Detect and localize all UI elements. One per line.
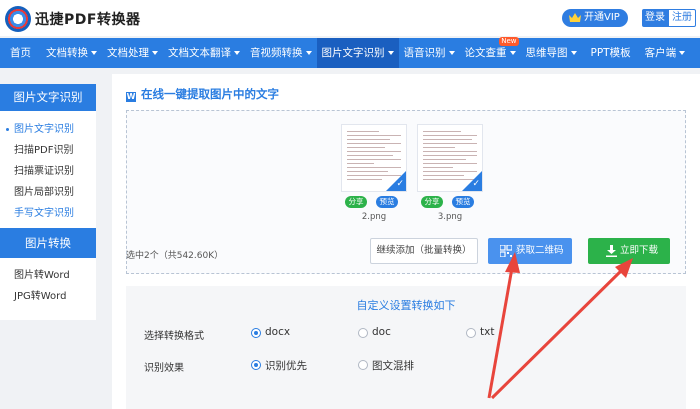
share-button[interactable]: 分享 [421, 196, 443, 208]
chevron-down-icon [679, 51, 686, 55]
top-bar: 迅捷PDF转换器 开通VIP 登录 注册 [0, 0, 700, 36]
sidebar-item-scan-ticket[interactable]: 扫描票证识别 [0, 161, 96, 182]
get-qrcode-button[interactable]: 获取二维码 [488, 238, 572, 264]
file-thumbnail[interactable]: ✓ [417, 124, 483, 192]
chevron-down-icon [387, 51, 394, 55]
format-label: 选择转换格式 [144, 331, 204, 342]
nav-client[interactable]: 客户端 [640, 38, 691, 68]
radio-button[interactable] [358, 328, 368, 338]
format-option-doc[interactable]: doc [358, 326, 391, 338]
page-title-text: 在线一键提取图片中的文字 [141, 87, 279, 101]
nav-label: 文档转换 [46, 47, 88, 59]
option-label: 识别优先 [265, 360, 307, 372]
sidebar-item-image-to-word[interactable]: 图片转Word [0, 265, 96, 286]
login-button[interactable]: 登录 [642, 9, 668, 27]
app-logo-icon[interactable] [5, 6, 31, 32]
nav-label: 思维导图 [525, 47, 568, 59]
format-option-docx[interactable]: docx [251, 326, 290, 338]
nav-label: 论文查重 [464, 47, 507, 59]
option-label: doc [372, 326, 391, 338]
preview-button[interactable]: 预览 [376, 196, 398, 208]
radio-button[interactable] [466, 328, 476, 338]
chevron-down-icon [305, 51, 312, 55]
register-button[interactable]: 注册 [668, 9, 696, 27]
nav-doc-process[interactable]: 文档处理 [102, 38, 163, 68]
nav-label: 文档处理 [107, 47, 149, 59]
sidebar-section-title: 图片转换 [0, 228, 96, 258]
effect-option-mixed-layout[interactable]: 图文混排 [358, 358, 414, 373]
chevron-down-icon [570, 51, 577, 55]
effect-label: 识别效果 [144, 363, 184, 374]
chevron-down-icon [448, 51, 455, 55]
option-label: txt [480, 326, 495, 338]
preview-button[interactable]: 预览 [452, 196, 474, 208]
share-button[interactable]: 分享 [345, 196, 367, 208]
download-button-label: 立即下载 [620, 245, 659, 256]
effect-option-recognition-first[interactable]: 识别优先 [251, 358, 307, 373]
nav-image-ocr[interactable]: 图片文字识别 [316, 38, 399, 68]
chevron-down-icon [152, 51, 158, 55]
radio-button[interactable] [251, 360, 261, 370]
add-more-button[interactable]: 继续添加（批量转换） [370, 238, 478, 264]
download-button[interactable]: 立即下载 [588, 238, 670, 264]
vip-label: 开通VIP [584, 12, 620, 23]
nav-doc-convert[interactable]: 文档转换 [41, 38, 102, 68]
selection-summary: 选中2个（共542.60K） [126, 251, 224, 261]
nav-label: 语音识别 [403, 47, 446, 59]
qrcode-icon [500, 245, 512, 257]
sidebar-item-scan-pdf[interactable]: 扫描PDF识别 [0, 140, 96, 161]
nav-label: 首页 [10, 47, 31, 59]
nav-ppt[interactable]: PPT模板 [582, 38, 640, 68]
app-name[interactable]: 迅捷PDF转换器 [35, 9, 140, 29]
sidebar-item-image-ocr[interactable]: 图片文字识别 [0, 119, 96, 140]
sidebar-section-title: 图片文字识别 [0, 84, 96, 111]
main-nav: 首页 文档转换 文档处理 文档文本翻译 音视频转换 图片文字识别 语音识别 论文… [0, 37, 700, 68]
sidebar-item-jpg-to-word[interactable]: JPG转Word [0, 286, 96, 307]
download-icon [606, 245, 617, 257]
option-label: docx [265, 326, 291, 338]
file-name: 2.png [361, 212, 387, 222]
nav-label: 音视频转换 [250, 47, 303, 59]
settings-title: 自定义设置转换如下 [356, 299, 456, 312]
nav-label: 图片文字识别 [321, 47, 385, 59]
nav-label: PPT模板 [590, 47, 631, 59]
sidebar: 图片文字识别 图片文字识别 扫描PDF识别 扫描票证识别 图片局部识别 手写文字… [0, 84, 96, 320]
nav-av-convert[interactable]: 音视频转换 [245, 38, 317, 68]
nav-mindmap[interactable]: 思维导图 [521, 38, 582, 68]
conversion-settings: 自定义设置转换如下 选择转换格式 docx doc txt 识别效果 识别优先 … [126, 286, 686, 409]
vip-button[interactable]: 开通VIP [562, 9, 628, 27]
check-mark-icon: ✓ [396, 179, 404, 189]
nav-plagiarism[interactable]: 论文查重 New [460, 37, 521, 68]
format-option-txt[interactable]: txt [466, 326, 494, 338]
crown-icon [569, 13, 581, 22]
nav-speech[interactable]: 语音识别 [399, 38, 460, 68]
sidebar-item-partial-ocr[interactable]: 图片局部识别 [0, 182, 96, 203]
radio-button[interactable] [251, 328, 261, 338]
radio-button[interactable] [358, 360, 368, 370]
chevron-down-icon [509, 51, 516, 55]
word-icon: W [126, 92, 136, 102]
nav-label: 客户端 [644, 47, 677, 59]
chevron-down-icon [234, 51, 240, 55]
new-badge: New [499, 37, 519, 46]
page-title: W 在线一键提取图片中的文字 [126, 86, 279, 102]
option-label: 图文混排 [372, 360, 414, 372]
file-name: 3.png [437, 212, 463, 222]
nav-translate[interactable]: 文档文本翻译 [163, 38, 245, 68]
check-mark-icon: ✓ [472, 179, 480, 189]
chevron-down-icon [91, 51, 97, 55]
nav-home[interactable]: 首页 [0, 38, 41, 68]
qr-button-label: 获取二维码 [516, 245, 564, 256]
file-thumbnail[interactable]: ✓ [341, 124, 407, 192]
nav-label: 文档文本翻译 [168, 47, 231, 59]
sidebar-item-handwriting[interactable]: 手写文字识别 [0, 203, 96, 224]
